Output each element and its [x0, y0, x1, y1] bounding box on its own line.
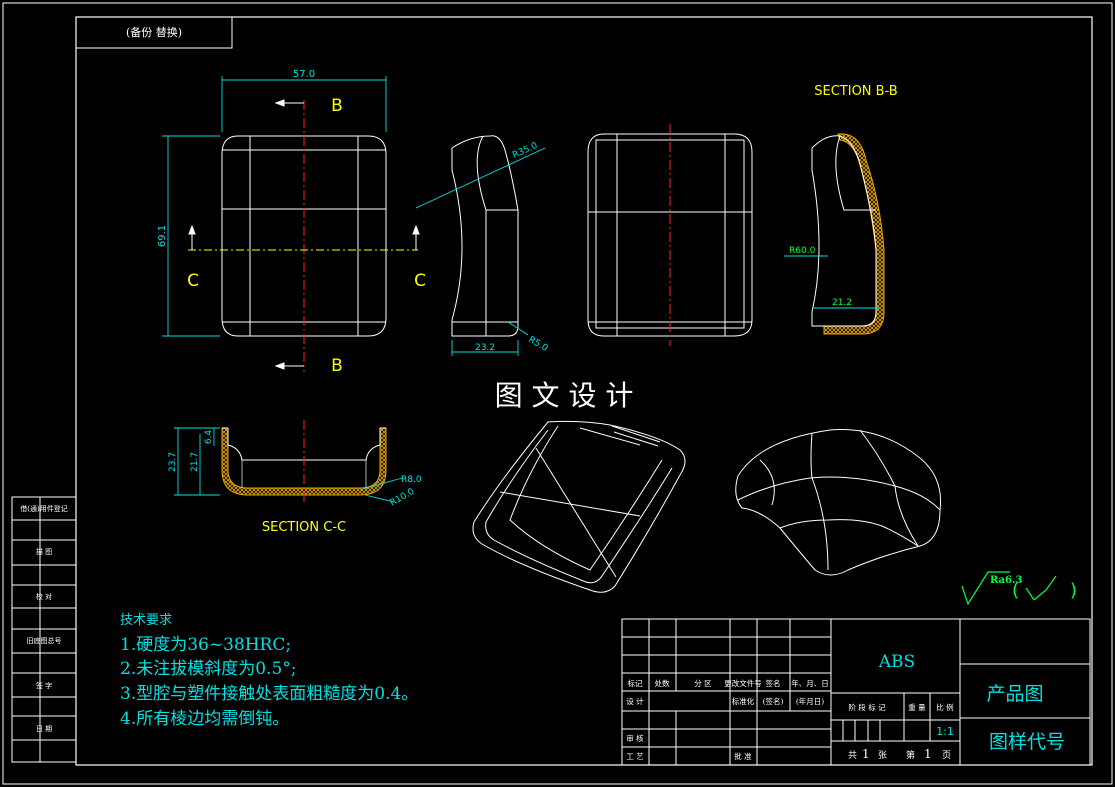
roughness-paren-close: ): [1070, 580, 1077, 601]
side-view: [451, 135, 519, 337]
iso-view-1: [472, 420, 686, 593]
strip-label-5: 签 字: [36, 681, 52, 690]
strip-label-2: 描 图: [36, 547, 52, 556]
rev-header-6: 年、月、日: [791, 678, 829, 688]
label-b-top: B: [331, 96, 343, 116]
sheets-total: 1: [862, 747, 870, 761]
sheet-unit: 页: [942, 750, 951, 761]
rev-header-2: 处数: [655, 678, 670, 688]
tech-item-3: 3.型腔与塑件接触处表面粗糙度为0.4。: [120, 684, 418, 704]
sheet-no: 1: [924, 747, 932, 761]
roughness-paren-open: (: [1012, 580, 1019, 601]
material: ABS: [878, 652, 915, 672]
title-tag: (备份 替换): [126, 25, 182, 39]
dim-232: 23.2: [475, 343, 495, 353]
label-b-bottom: B: [331, 356, 343, 376]
dim-height-69: 69.1: [157, 225, 168, 247]
dim-212: 21.2: [832, 298, 852, 308]
dim-r10: R10.0: [389, 487, 417, 509]
label-c-right: C: [414, 271, 426, 291]
dim-r5: R5.0: [527, 335, 550, 354]
dim-r8: R8.0: [401, 475, 422, 485]
iso-view-2: [735, 429, 942, 576]
left-strip: [11, 496, 77, 763]
sheets-total-label: 共: [848, 750, 857, 761]
drawing-canvas: (备份 替换) 借(通)用件登记 描 图 校 对 旧底图总号 签 字 日 期 B…: [2, 2, 1113, 785]
stage-header-1: 阶 段 标 记: [848, 702, 886, 712]
label-c-left: C: [187, 271, 199, 291]
watermark: 图 文 设 计: [495, 379, 634, 412]
drawing-number: 图样代号: [989, 731, 1065, 753]
std-label: 标准化: [732, 696, 755, 706]
scale-value: 1:1: [936, 725, 954, 738]
dim-r35: R35.0: [511, 141, 539, 161]
rev-header-3: 分 区: [694, 679, 712, 688]
approve-label: 批 准: [734, 751, 752, 761]
strip-label-4: 旧底图总号: [27, 636, 62, 645]
rev-header-4: 更改文件号: [724, 678, 762, 688]
dim-r60: R60.0: [789, 246, 816, 256]
sign-label: (签名): [763, 696, 784, 706]
dim-width-57: 57.0: [293, 69, 315, 80]
strip-label-3: 校 对: [36, 592, 52, 601]
design-label: 设 计: [626, 696, 644, 706]
tech-item-2: 2.未注拔模斜度为0.5°;: [120, 659, 296, 679]
tech-item-4: 4.所有棱边均需倒钝。: [120, 709, 289, 729]
front-dimensions: [162, 76, 387, 337]
dim-237: 23.7: [168, 452, 178, 472]
cad-drawing-sheet: (备份 替换) 借(通)用件登记 描 图 校 对 旧底图总号 签 字 日 期 B…: [0, 0, 1115, 787]
review-label: 审 核: [626, 733, 644, 743]
stage-header-2: 重 量: [908, 703, 926, 712]
date-label: (年月日): [796, 696, 824, 706]
strip-label-6: 日 期: [36, 725, 52, 733]
sheet-no-label: 第: [906, 749, 915, 761]
strip-label-1: 借(通)用件登记: [20, 504, 67, 513]
side-dimensions: [415, 147, 546, 356]
tech-heading: 技术要求: [120, 613, 172, 628]
process-label: 工 艺: [626, 752, 643, 761]
dim-217: 21.7: [190, 452, 200, 472]
dim-64: 6.4: [204, 430, 214, 445]
tech-item-1: 1.硬度为36~38HRC;: [120, 635, 291, 655]
rev-header-1: 标记: [628, 678, 643, 688]
section-bb-title: SECTION B-B: [814, 84, 897, 99]
rev-header-5: 签名: [766, 678, 781, 688]
sheets-unit: 张: [878, 750, 887, 761]
product-title: 产品图: [986, 683, 1043, 705]
section-cc-title: SECTION C-C: [262, 520, 346, 535]
stage-header-3: 比 例: [936, 702, 953, 712]
